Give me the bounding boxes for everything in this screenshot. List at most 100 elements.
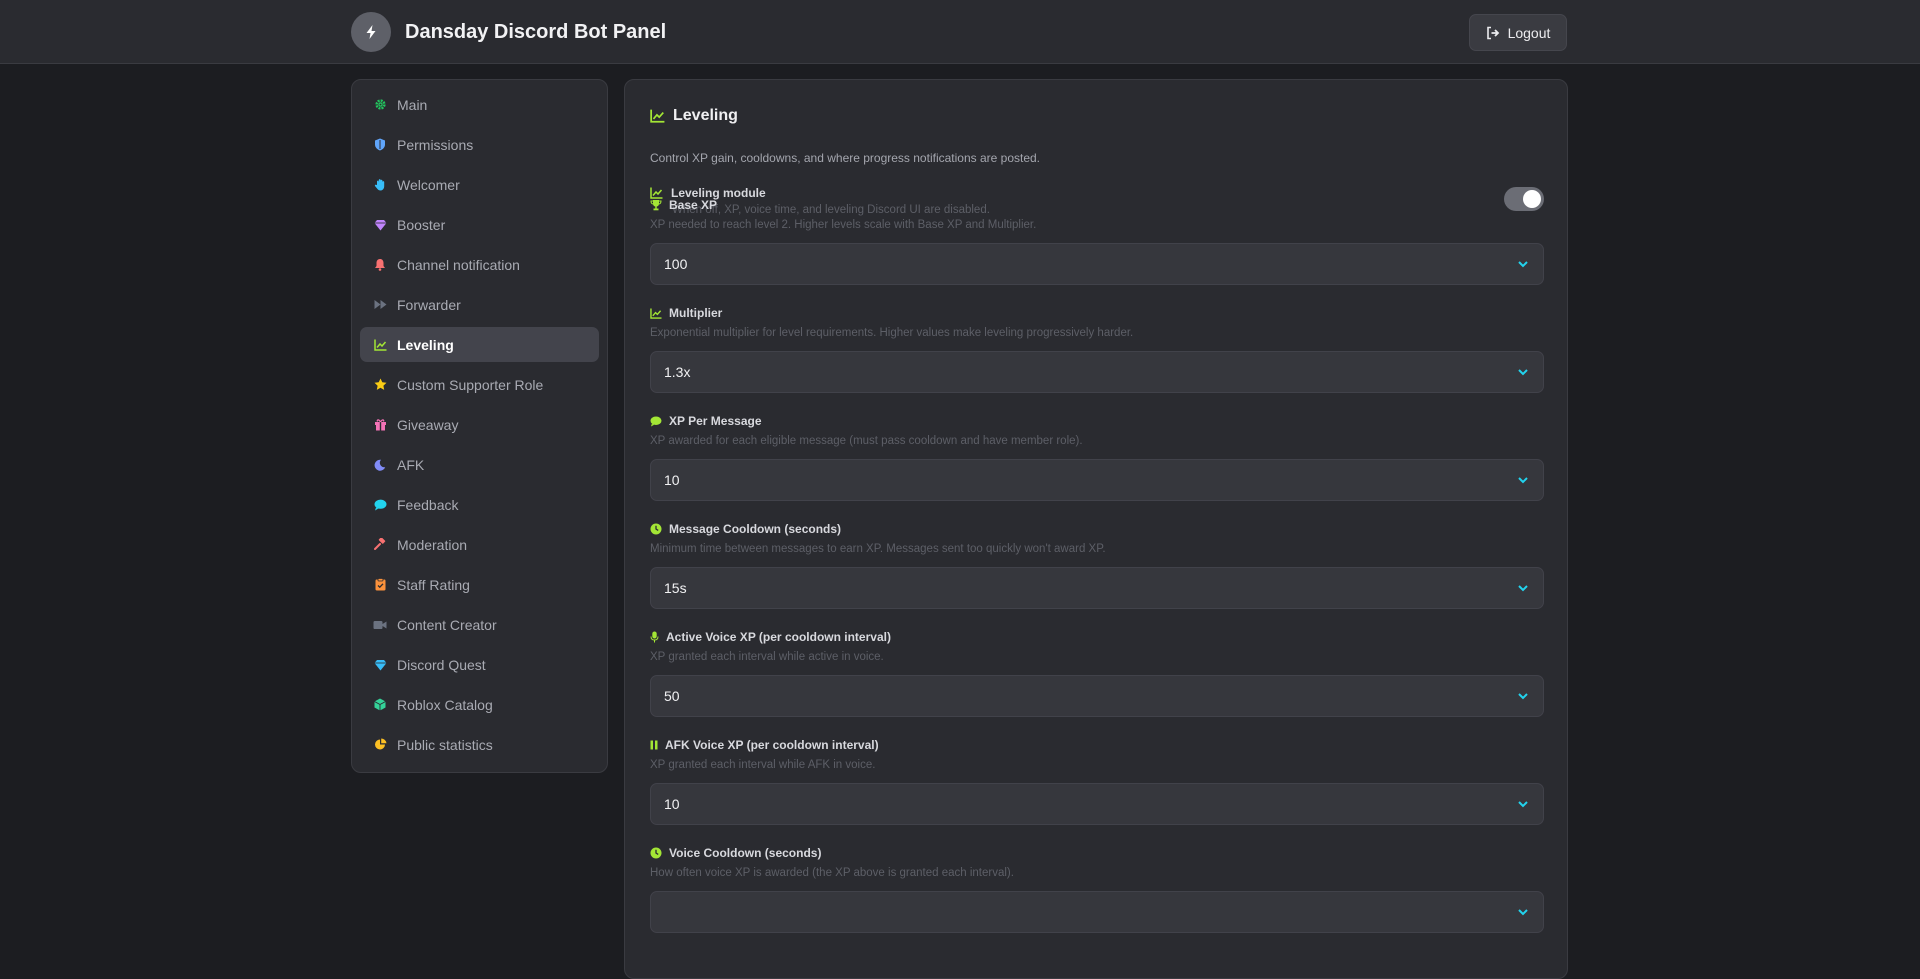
cube-icon [373,698,387,712]
active-voice-xp-select[interactable]: 50 [650,675,1544,717]
sidebar-item-label: Giveaway [397,416,459,433]
sidebar-item-label: Main [397,96,428,113]
afk-voice-xp-select[interactable]: 10 [650,783,1544,825]
sidebar-item-discord-quest[interactable]: Discord Quest [360,647,599,682]
select-value: 10 [664,796,680,812]
app-title: Dansday Discord Bot Panel [405,20,667,43]
bell-icon [373,258,387,272]
bolt-icon [351,12,391,52]
sidebar-item-label: Forwarder [397,296,461,313]
pie-chart-icon [373,738,387,752]
sidebar-item-label: Content Creator [397,616,497,633]
sidebar-item-label: Welcomer [397,176,460,193]
sidebar-item-welcomer[interactable]: Welcomer [360,167,599,202]
gavel-icon [373,538,387,552]
leveling-panel: Leveling Control XP gain, cooldowns, and… [624,79,1568,979]
field-base-xp: Base XP XP needed to reach level 2. High… [650,197,1544,285]
chevron-down-icon [1518,909,1528,916]
panel-header: Leveling [650,107,738,125]
sidebar-item-label: Channel notification [397,256,520,273]
field-label-text: AFK Voice XP (per cooldown interval) [665,738,879,752]
gift-icon [373,418,387,432]
hand-icon [373,178,387,192]
sidebar-item-leveling[interactable]: Leveling [360,327,599,362]
sidebar-item-label: Staff Rating [397,576,470,593]
forward-icon [373,298,387,312]
comment-icon [650,416,662,427]
sidebar-item-label: Public statistics [397,736,493,753]
sidebar-item-booster[interactable]: Booster [360,207,599,242]
select-value: 100 [664,256,688,272]
chart-line-icon [650,109,665,123]
sidebar-item-label: Permissions [397,136,474,153]
field-help: How often voice XP is awarded (the XP ab… [650,867,1014,879]
sidebar-item-main[interactable]: Main [360,87,599,122]
gem-icon [373,218,387,232]
field-help: XP granted each interval while AFK in vo… [650,759,876,771]
sidebar: Main Permissions Welcomer Booster Channe… [351,79,608,773]
sidebar-item-feedback[interactable]: Feedback [360,487,599,522]
voice-cooldown-select[interactable] [650,891,1544,933]
chevron-down-icon [1518,477,1528,484]
sidebar-item-custom-supporter-role[interactable]: Custom Supporter Role [360,367,599,402]
shield-icon [373,138,387,152]
chart-line-icon [373,338,387,352]
sidebar-item-staff-rating[interactable]: Staff Rating [360,567,599,602]
sidebar-item-label: Feedback [397,496,459,513]
multiplier-select[interactable]: 1.3x [650,351,1544,393]
field-label-text: Multiplier [669,306,723,320]
sidebar-item-forwarder[interactable]: Forwarder [360,287,599,322]
select-value: 10 [664,472,680,488]
field-label: XP Per Message [650,413,1544,429]
chevron-down-icon [1518,585,1528,592]
sidebar-item-label: AFK [397,456,425,473]
sidebar-item-moderation[interactable]: Moderation [360,527,599,562]
base-xp-select[interactable]: 100 [650,243,1544,285]
logout-icon [1486,26,1499,39]
moon-icon [373,458,387,472]
sidebar-item-label: Discord Quest [397,656,486,673]
message-cooldown-select[interactable]: 15s [650,567,1544,609]
top-bar: Dansday Discord Bot Panel Logout [0,0,1920,64]
sidebar-item-channel-notification[interactable]: Channel notification [360,247,599,282]
field-help: XP granted each interval while active in… [650,651,884,663]
field-label: AFK Voice XP (per cooldown interval) [650,737,1544,753]
select-value: 50 [664,688,680,704]
sidebar-item-permissions[interactable]: Permissions [360,127,599,162]
brand[interactable]: Dansday Discord Bot Panel [351,12,666,52]
field-label: Base XP [650,197,1544,213]
gem-icon [373,658,387,672]
chart-line-icon [650,307,662,319]
comment-icon [373,498,387,512]
field-help: Minimum time between messages to earn XP… [650,543,1106,555]
sidebar-item-content-creator[interactable]: Content Creator [360,607,599,642]
clock-icon [650,847,662,859]
sidebar-item-afk[interactable]: AFK [360,447,599,482]
field-afk-voice-xp: AFK Voice XP (per cooldown interval) XP … [650,737,1544,825]
field-message-cooldown: Message Cooldown (seconds) Minimum time … [650,521,1544,609]
clock-icon [650,523,662,535]
field-label-text: Voice Cooldown (seconds) [669,846,822,860]
field-label-text: XP Per Message [669,414,762,428]
sidebar-item-label: Leveling [397,336,454,353]
gear-icon [373,98,387,112]
field-label: Multiplier [650,305,1544,321]
sidebar-item-giveaway[interactable]: Giveaway [360,407,599,442]
sidebar-item-roblox-catalog[interactable]: Roblox Catalog [360,687,599,722]
logout-button[interactable]: Logout [1469,14,1567,51]
field-label: Voice Cooldown (seconds) [650,845,1544,861]
xp-per-message-select[interactable]: 10 [650,459,1544,501]
microphone-icon [650,631,659,643]
field-voice-cooldown: Voice Cooldown (seconds) How often voice… [650,845,1544,933]
field-label: Active Voice XP (per cooldown interval) [650,629,1544,645]
chevron-down-icon [1518,261,1528,268]
field-active-voice-xp: Active Voice XP (per cooldown interval) … [650,629,1544,717]
field-label: Message Cooldown (seconds) [650,521,1544,537]
chevron-down-icon [1518,693,1528,700]
sidebar-item-public-statistics[interactable]: Public statistics [360,727,599,762]
select-value: 15s [664,580,687,596]
field-multiplier: Multiplier Exponential multiplier for le… [650,305,1544,393]
field-xp-per-message: XP Per Message XP awarded for each eligi… [650,413,1544,501]
clipboard-icon [373,578,387,592]
trophy-icon [650,200,662,211]
